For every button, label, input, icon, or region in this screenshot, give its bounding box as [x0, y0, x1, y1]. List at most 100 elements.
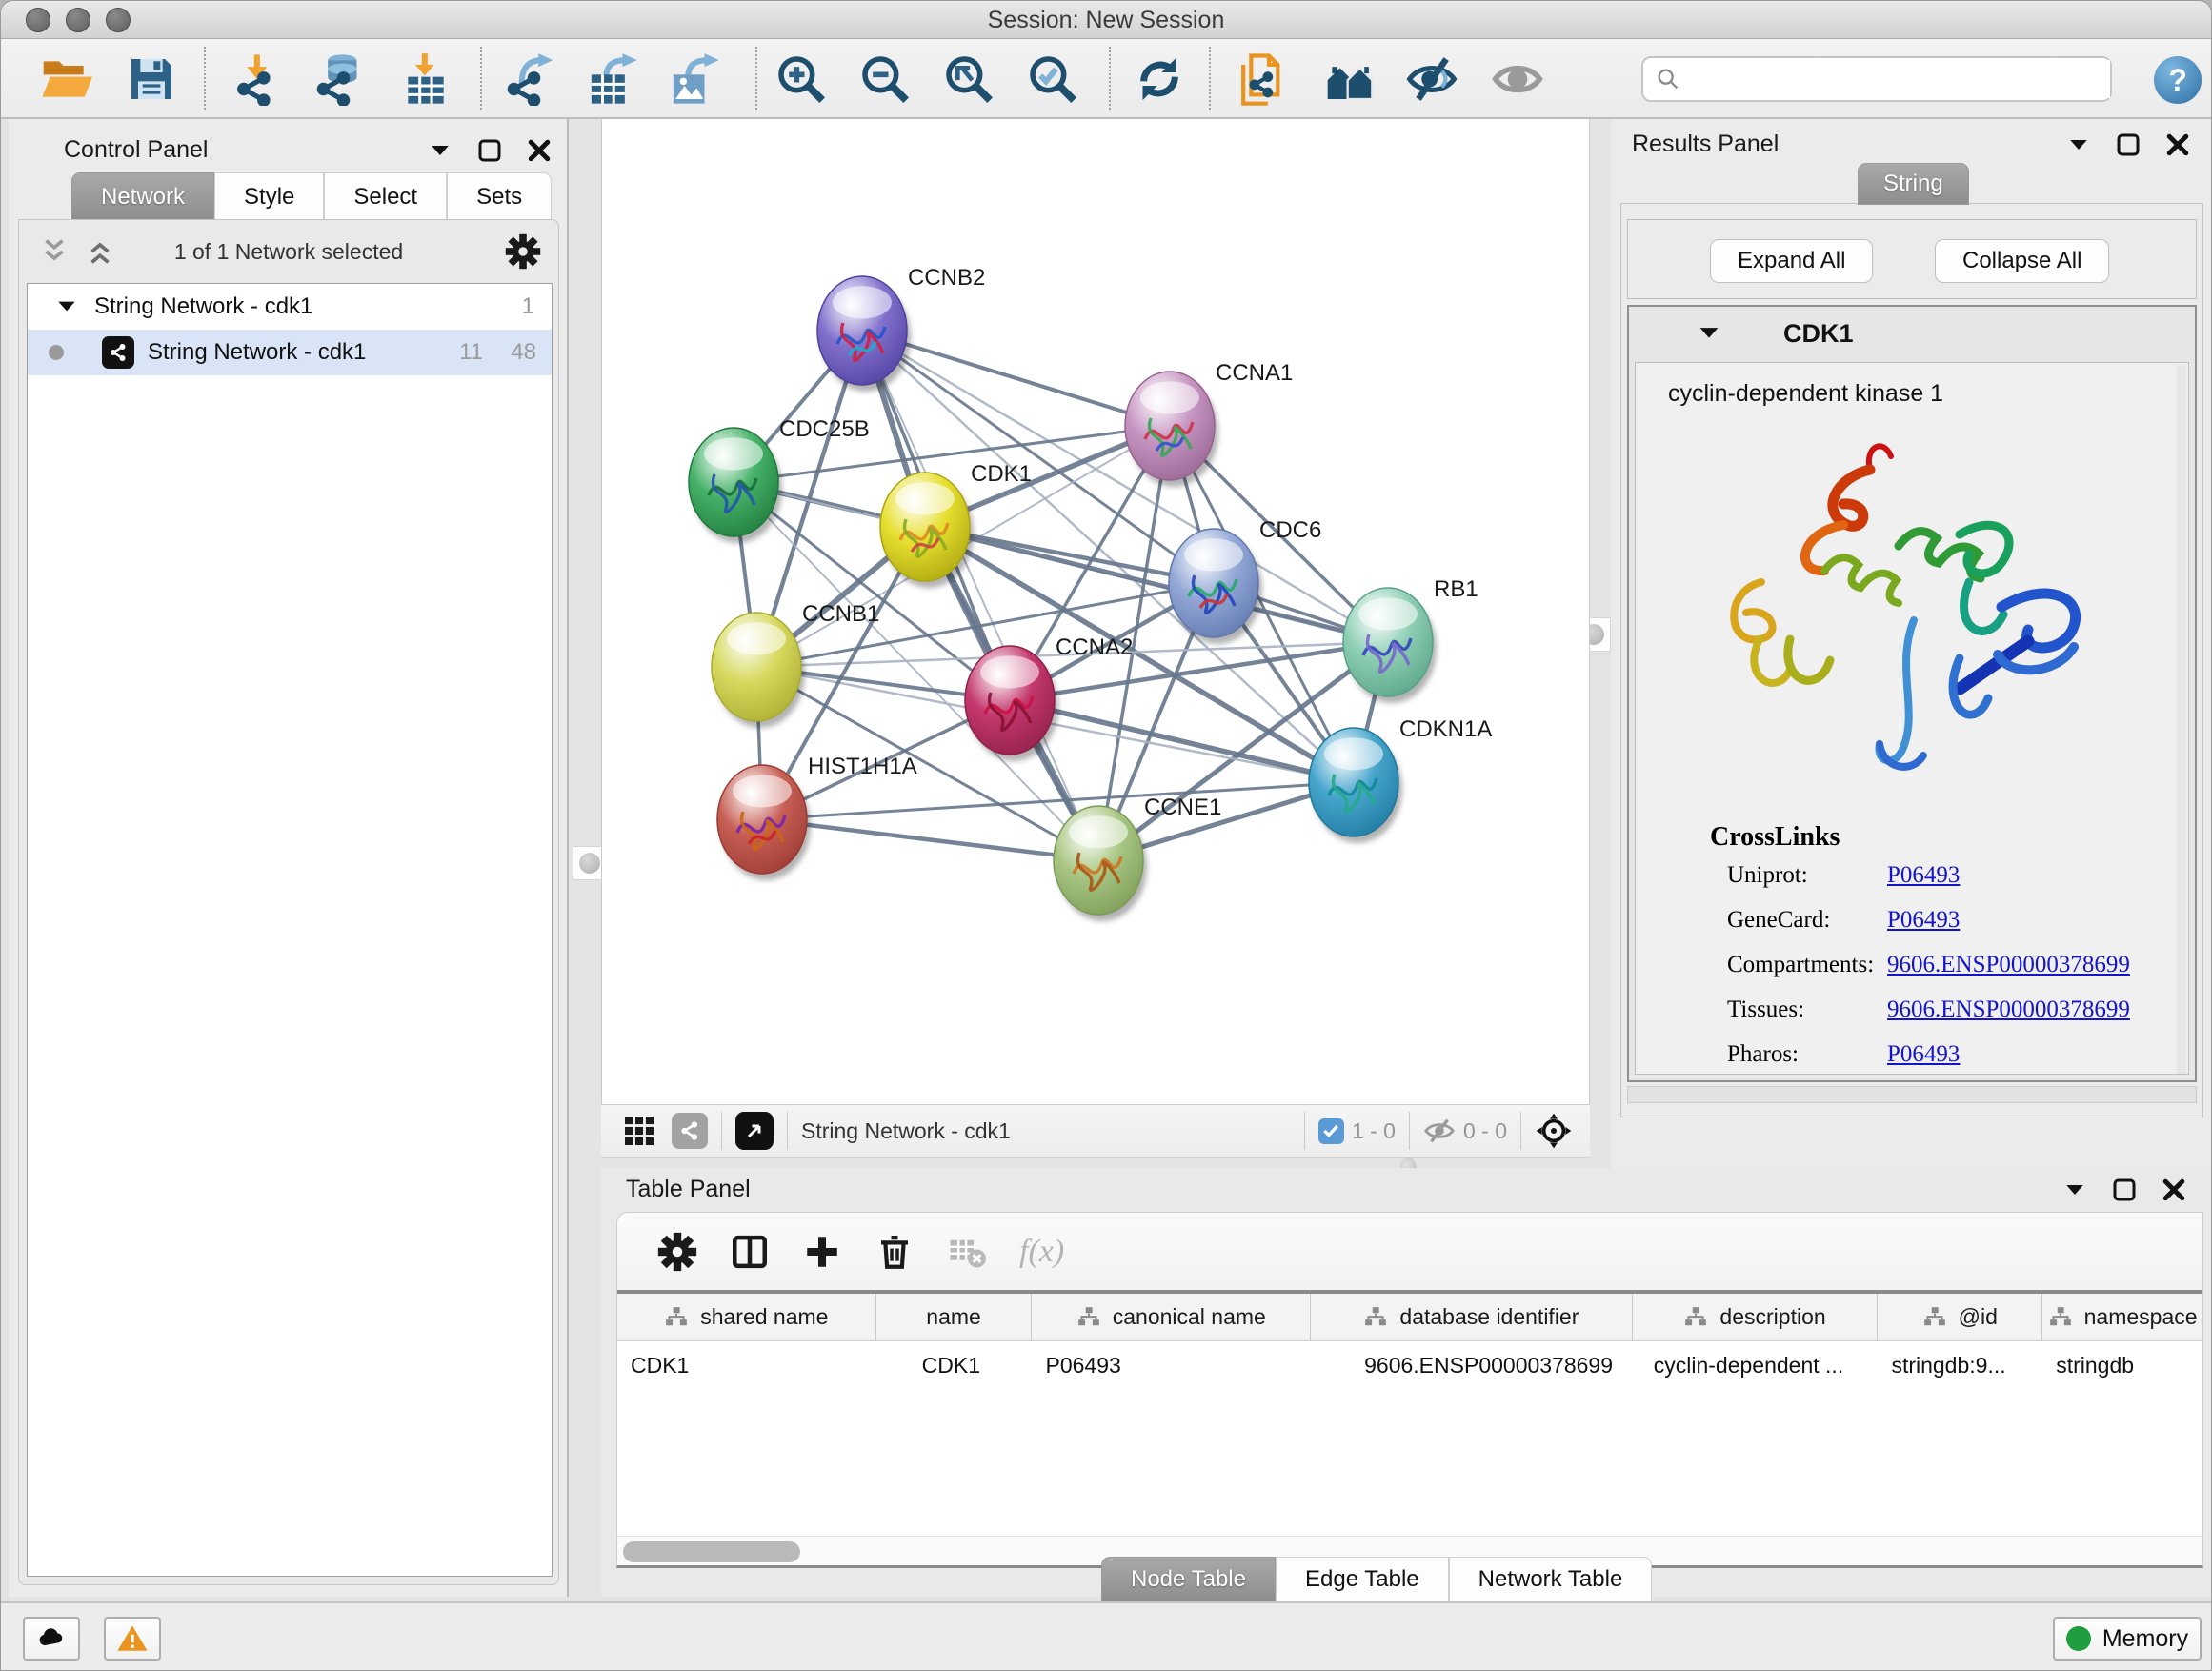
close-panel-icon[interactable]	[2163, 131, 2192, 159]
network-row[interactable]: String Network - cdk1 11 48	[28, 330, 552, 375]
search-field[interactable]	[1681, 60, 2110, 98]
close-panel-icon[interactable]	[525, 136, 553, 165]
zoom-in-button[interactable]	[771, 50, 832, 108]
tab-sets[interactable]: Sets	[447, 172, 552, 220]
column-header-database-identifier[interactable]: database identifier	[1311, 1294, 1633, 1340]
scrollbar-thumb[interactable]	[623, 1541, 800, 1562]
cell-database-identifier[interactable]: 9606.ENSP00000378699	[1311, 1341, 1633, 1389]
column-header-namespace[interactable]: namespace	[2042, 1294, 2202, 1340]
tab-node-table[interactable]: Node Table	[1101, 1557, 1276, 1601]
open-session-button[interactable]	[35, 50, 96, 108]
tab-network[interactable]: Network	[71, 172, 214, 220]
save-session-button[interactable]	[121, 50, 182, 108]
column-header-name[interactable]: name	[876, 1294, 1033, 1340]
panel-menu-icon[interactable]	[2061, 1176, 2089, 1204]
network-edge-HIST1H1A-CCNE1[interactable]	[762, 819, 1098, 860]
crosslink-link[interactable]: 9606.ENSP00000378699	[1887, 997, 2130, 1023]
network-view-canvas[interactable]: CCNB2 CCNA1 CDC25BCDK1 CDC6RB1 CCNB1 CCNA2 CDK…	[601, 119, 1590, 1104]
protein-section-header[interactable]: CDK1	[1629, 307, 2195, 360]
network-node-CCNE1[interactable]: CCNE1	[1054, 795, 1221, 921]
results-vertical-scrollbar[interactable]	[2177, 365, 2186, 1074]
section-collapse-arrow-icon[interactable]	[1696, 320, 1722, 347]
crosslink-label: GeneCard:	[1727, 907, 1887, 934]
panel-menu-icon[interactable]	[426, 136, 454, 165]
crosslink-link[interactable]: 9606.ENSP00000378699	[1887, 952, 2130, 978]
toolbar-separator	[787, 1112, 788, 1150]
column-header-canonical-name[interactable]: canonical name	[1032, 1294, 1311, 1340]
string-results-container: Expand All Collapse All CDK1 cyclin-depe…	[1620, 203, 2203, 1117]
show-graphics-details-button[interactable]	[1487, 50, 1548, 108]
cell-namespace[interactable]: stringdb	[2042, 1341, 2202, 1389]
cloud-status-button[interactable]	[23, 1617, 80, 1661]
import-network-from-database-button[interactable]	[310, 50, 371, 108]
network-view-mode-icon[interactable]	[672, 1113, 708, 1149]
cell-id[interactable]: stringdb:9...	[1878, 1341, 2042, 1389]
network-node-CCNB1[interactable]: CCNB1	[712, 601, 879, 728]
zoom-out-button[interactable]	[855, 50, 915, 108]
network-node-CDC25B[interactable]: CDC25B	[689, 416, 870, 543]
results-horizontal-scrollbar[interactable]	[1627, 1086, 2197, 1103]
expand-all-button[interactable]: Expand All	[1710, 239, 1873, 283]
show-columns-icon[interactable]	[730, 1232, 770, 1272]
table-row[interactable]: CDK1 CDK1 P06493 9606.ENSP00000378699 cy…	[617, 1341, 2202, 1389]
selection-checkbox[interactable]	[1318, 1118, 1344, 1144]
export-network-button[interactable]	[500, 50, 561, 108]
tab-network-table[interactable]: Network Table	[1449, 1557, 1653, 1601]
network-node-CDKN1A[interactable]: CDKN1A	[1309, 716, 1492, 843]
zoom-selected-button[interactable]	[1022, 50, 1083, 108]
float-panel-icon[interactable]	[2114, 131, 2142, 159]
network-node-CCNB2[interactable]: CCNB2	[817, 265, 985, 392]
network-edge-CCNA2-CDKN1A[interactable]	[1010, 700, 1354, 782]
network-collection-row[interactable]: String Network - cdk1 1	[28, 284, 552, 330]
help-button[interactable]: ?	[2154, 56, 2202, 104]
collapse-all-button[interactable]: Collapse All	[1935, 239, 2109, 283]
network-edge-CDK1-RB1[interactable]	[925, 527, 1388, 642]
import-network-button[interactable]	[228, 50, 289, 108]
collection-expand-arrow-icon[interactable]	[54, 294, 79, 319]
cell-name[interactable]: CDK1	[876, 1341, 1033, 1389]
network-options-gear-icon[interactable]	[505, 233, 541, 270]
import-table-button[interactable]	[395, 50, 456, 108]
column-header-id[interactable]: @id	[1878, 1294, 2042, 1340]
home-button[interactable]	[1319, 50, 1380, 108]
float-panel-icon[interactable]	[2110, 1176, 2139, 1204]
export-table-button[interactable]	[582, 50, 643, 108]
zoom-fit-button[interactable]	[938, 50, 999, 108]
column-header-description[interactable]: description	[1633, 1294, 1879, 1340]
toolbar-separator	[1520, 1112, 1521, 1150]
network-node-RB1[interactable]: RB1	[1343, 576, 1478, 703]
create-column-plus-icon[interactable]	[802, 1232, 842, 1272]
tab-edge-table[interactable]: Edge Table	[1276, 1557, 1449, 1601]
panel-menu-icon[interactable]	[2064, 131, 2093, 159]
grid-view-icon[interactable]	[622, 1114, 656, 1148]
crosslink-link[interactable]: P06493	[1887, 862, 1960, 889]
cell-canonical-name[interactable]: P06493	[1033, 1341, 1312, 1389]
memory-status-dot-icon	[2066, 1626, 2091, 1651]
tab-string[interactable]: String	[1858, 163, 1969, 205]
network-node-CCNA2[interactable]: CCNA2	[965, 634, 1133, 761]
export-image-button[interactable]	[664, 50, 725, 108]
tab-style[interactable]: Style	[214, 172, 324, 220]
crosslink-link[interactable]: P06493	[1887, 907, 1960, 934]
float-panel-icon[interactable]	[475, 136, 504, 165]
hide-graphics-details-button[interactable]	[1401, 50, 1462, 108]
crosslink-link[interactable]: P06493	[1887, 1041, 1960, 1068]
delete-column-trash-icon[interactable]	[875, 1232, 915, 1272]
search-input[interactable]	[1641, 56, 2112, 102]
fit-content-crosshair-icon[interactable]	[1535, 1112, 1573, 1150]
tab-select[interactable]: Select	[324, 172, 447, 220]
clone-network-button[interactable]	[1232, 50, 1293, 108]
detach-view-icon[interactable]	[735, 1112, 774, 1150]
table-options-gear-icon[interactable]	[657, 1232, 697, 1272]
network-node-CDC6[interactable]: CDC6	[1169, 517, 1321, 644]
network-edge-CCNB2-CCNE1[interactable]	[862, 331, 1098, 860]
close-panel-icon[interactable]	[2160, 1176, 2188, 1204]
refresh-button[interactable]	[1129, 50, 1190, 108]
network-node-CCNA1[interactable]: CCNA1	[1125, 360, 1293, 487]
network-node-CDK1[interactable]: CDK1	[880, 461, 1032, 588]
cell-description[interactable]: cyclin-dependent ...	[1633, 1341, 1879, 1389]
cell-shared-name[interactable]: CDK1	[617, 1341, 876, 1389]
column-header-shared-name[interactable]: shared name	[617, 1294, 876, 1340]
memory-status-button[interactable]: Memory	[2053, 1617, 2202, 1661]
warnings-button[interactable]	[104, 1617, 161, 1661]
